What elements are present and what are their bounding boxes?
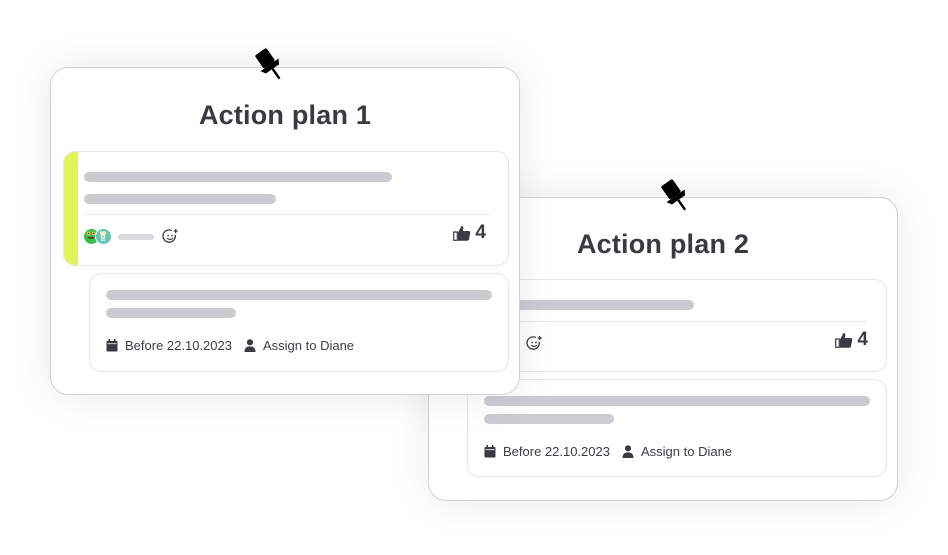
divider bbox=[508, 321, 866, 322]
assignee-label: Assign to Diane bbox=[262, 338, 355, 353]
due-date[interactable]: Before 22.10.2023 bbox=[106, 338, 232, 353]
smiley-plus-icon[interactable] bbox=[162, 228, 179, 245]
skeleton-line bbox=[508, 300, 694, 310]
assignee[interactable]: Assign to Diane bbox=[622, 444, 732, 459]
skeleton-line bbox=[84, 194, 276, 204]
skeleton-line bbox=[484, 396, 870, 406]
like-count: 4 bbox=[857, 329, 868, 350]
skeleton-line bbox=[484, 414, 614, 424]
comment-item[interactable]: 4 bbox=[467, 279, 887, 372]
like-count: 4 bbox=[475, 222, 486, 243]
calendar-icon bbox=[106, 339, 118, 352]
user-icon bbox=[622, 445, 634, 458]
like-button[interactable]: 4 bbox=[453, 222, 486, 244]
due-date-label: Before 22.10.2023 bbox=[125, 338, 232, 353]
action-plan-card-1[interactable]: Action plan 1 4 Before 22.10.2023 Assign… bbox=[50, 48, 520, 395]
task-item[interactable]: Before 22.10.2023 Assign to Diane bbox=[89, 273, 509, 372]
thumbs-up-icon bbox=[835, 332, 853, 348]
accent-bar bbox=[64, 152, 78, 265]
monster-avatar-teal bbox=[95, 228, 112, 245]
skeleton-line bbox=[118, 233, 154, 240]
thumbs-up-icon bbox=[453, 225, 471, 241]
skeleton-line bbox=[84, 172, 392, 182]
assignee[interactable]: Assign to Diane bbox=[244, 338, 354, 353]
skeleton-line bbox=[106, 308, 236, 318]
skeleton-line bbox=[106, 290, 492, 300]
like-button[interactable]: 4 bbox=[835, 329, 868, 351]
assignee-label: Assign to Diane bbox=[640, 444, 733, 459]
pushpin-icon[interactable] bbox=[657, 177, 693, 217]
due-date[interactable]: Before 22.10.2023 bbox=[484, 444, 610, 459]
task-item[interactable]: Before 22.10.2023 Assign to Diane bbox=[467, 379, 887, 477]
due-date-label: Before 22.10.2023 bbox=[503, 444, 610, 459]
pushpin-icon[interactable] bbox=[251, 46, 287, 86]
calendar-icon bbox=[484, 445, 496, 458]
smiley-plus-icon[interactable] bbox=[526, 335, 543, 352]
plan-title: Action plan 1 bbox=[198, 100, 372, 130]
divider bbox=[84, 214, 489, 215]
comment-item[interactable]: 4 bbox=[63, 151, 509, 266]
user-icon bbox=[244, 339, 256, 352]
